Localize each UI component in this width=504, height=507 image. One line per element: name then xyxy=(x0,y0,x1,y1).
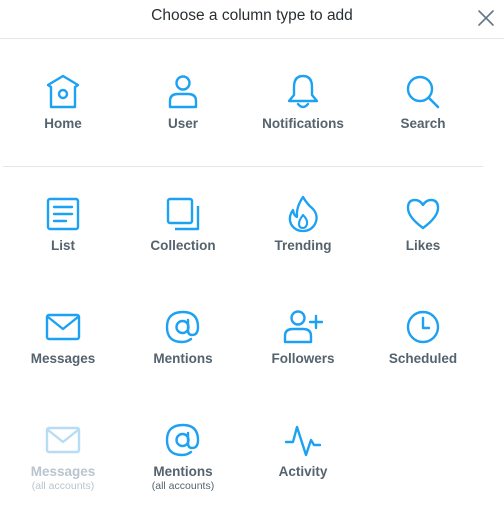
at-icon xyxy=(165,423,200,457)
column-type-scheduled[interactable]: Scheduled xyxy=(363,307,483,366)
collection-icon xyxy=(166,197,200,231)
column-type-label: Messages xyxy=(30,351,96,366)
column-type-label: Scheduled xyxy=(388,351,458,366)
column-type-notifications[interactable]: Notifications xyxy=(243,72,363,131)
section-divider xyxy=(3,166,483,167)
column-type-followers[interactable]: Followers xyxy=(243,307,363,366)
column-type-sublabel: (all accounts) xyxy=(151,480,215,492)
column-type-messages[interactable]: Messages xyxy=(3,307,123,366)
column-type-collection[interactable]: Collection xyxy=(123,194,243,253)
column-type-user[interactable]: User xyxy=(123,72,243,131)
column-type-label: Search xyxy=(400,116,446,131)
close-icon xyxy=(478,10,494,26)
column-type-label: Activity xyxy=(278,464,328,479)
heart-icon xyxy=(406,198,440,230)
bell-icon xyxy=(287,74,319,109)
column-type-label: Messages xyxy=(30,464,96,479)
activity-icon xyxy=(284,425,322,457)
column-type-label: Collection xyxy=(150,238,216,253)
list-icon xyxy=(46,197,80,231)
envelope-icon xyxy=(45,313,81,341)
search-icon xyxy=(406,75,440,109)
column-type-mentions-all-accounts[interactable]: Mentions (all accounts) xyxy=(123,420,243,492)
column-type-home[interactable]: Home xyxy=(3,72,123,131)
dialog-header: Choose a column type to add xyxy=(0,0,504,39)
at-icon xyxy=(165,310,200,344)
add-user-icon xyxy=(283,310,323,344)
home-icon xyxy=(46,74,80,109)
clock-icon xyxy=(406,310,440,344)
close-button[interactable] xyxy=(475,7,497,29)
column-type-activity[interactable]: Activity xyxy=(243,420,363,479)
column-type-label: Mentions xyxy=(153,464,213,479)
column-type-label: Likes xyxy=(405,238,441,253)
column-type-search[interactable]: Search xyxy=(363,72,483,131)
column-type-label: Notifications xyxy=(262,116,344,131)
column-type-messages-all-accounts: Messages (all accounts) xyxy=(3,420,123,492)
user-icon xyxy=(168,75,198,109)
column-type-likes[interactable]: Likes xyxy=(363,194,483,253)
column-type-label: Home xyxy=(44,116,82,131)
column-type-trending[interactable]: Trending xyxy=(243,194,363,253)
column-type-label: Followers xyxy=(271,351,335,366)
envelope-icon xyxy=(45,426,81,454)
column-type-mentions[interactable]: Mentions xyxy=(123,307,243,366)
column-type-label: Mentions xyxy=(153,351,213,366)
column-type-list[interactable]: List xyxy=(3,194,123,253)
dialog-title: Choose a column type to add xyxy=(151,7,353,24)
column-type-label: List xyxy=(50,238,75,253)
column-type-label: Trending xyxy=(274,238,332,253)
column-type-label: User xyxy=(167,116,199,131)
flame-icon xyxy=(288,195,318,233)
column-type-sublabel: (all accounts) xyxy=(31,480,95,492)
